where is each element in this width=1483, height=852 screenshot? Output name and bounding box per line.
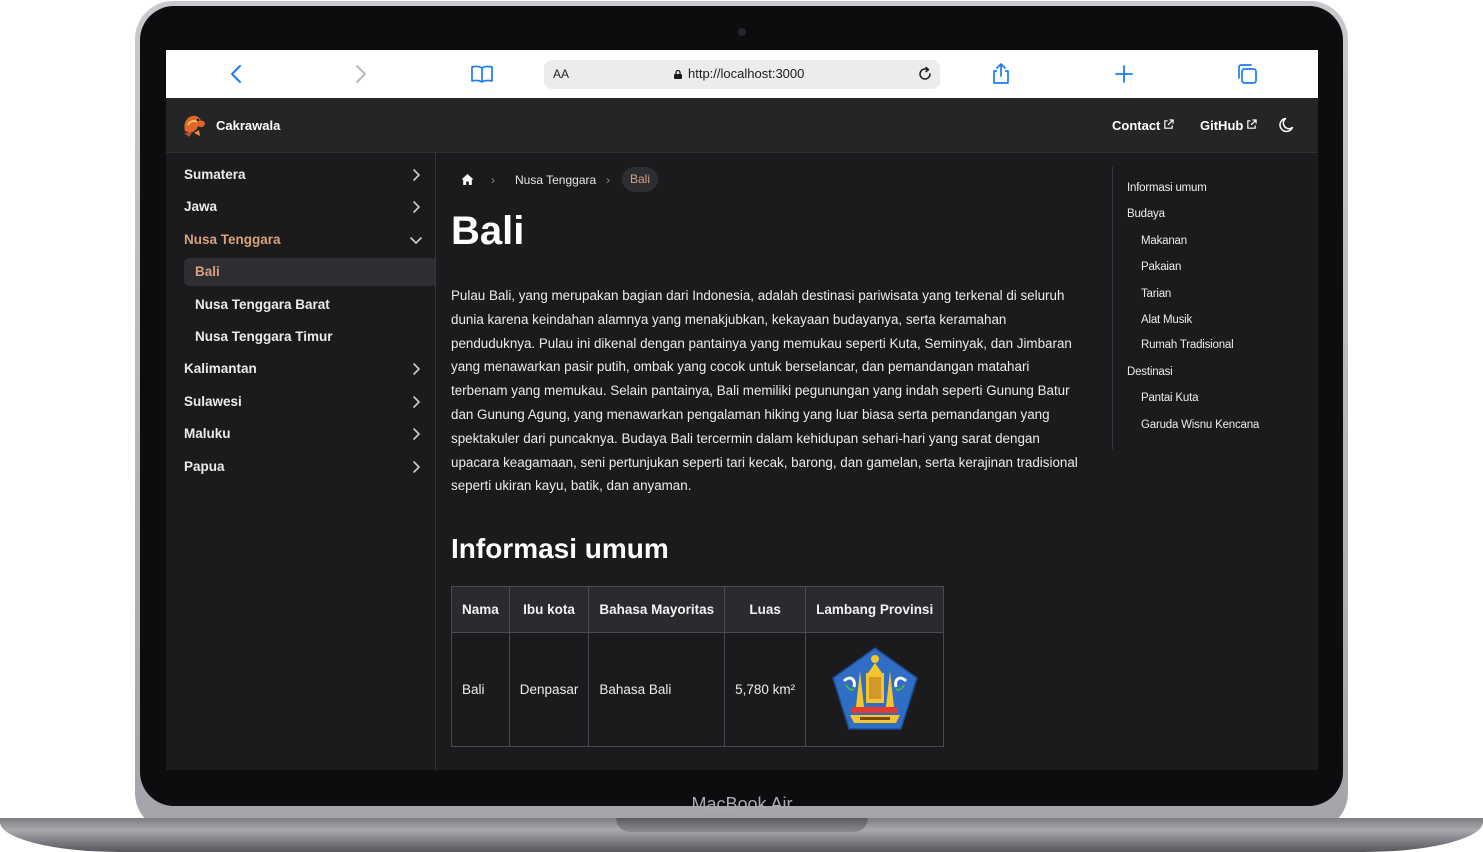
- contact-label: Contact: [1112, 118, 1161, 133]
- sidebar: Sumatera Jawa Nusa Tenggara Bali Nusa Te…: [166, 153, 436, 770]
- sidebar-item-label: Kalimantan: [184, 361, 257, 376]
- sidebar-item-nusa-tenggara-barat[interactable]: Nusa Tenggara Barat: [184, 291, 435, 319]
- tabs-icon[interactable]: [1235, 62, 1259, 86]
- external-link-icon: [1247, 119, 1258, 129]
- table-header-row: Nama Ibu kota Bahasa Mayoritas Luas Lamb…: [451, 586, 945, 633]
- reload-icon[interactable]: [916, 65, 934, 83]
- section-heading: Informasi umum: [451, 533, 669, 564]
- sidebar-item-label: Nusa Tenggara Barat: [195, 297, 330, 312]
- toc-item-destinasi[interactable]: Destinasi: [1127, 366, 1173, 378]
- laptop-notch: [616, 818, 868, 832]
- column-header: Nama: [451, 586, 510, 633]
- camera: [738, 28, 746, 36]
- forward-icon[interactable]: [348, 62, 372, 86]
- toc-item-budaya[interactable]: Budaya: [1127, 208, 1165, 220]
- toc-item-alat-musik[interactable]: Alat Musik: [1141, 314, 1192, 326]
- sidebar-item-nusa-tenggara[interactable]: Nusa Tenggara: [184, 226, 423, 254]
- sidebar-item-kalimantan[interactable]: Kalimantan: [184, 355, 423, 383]
- contact-link[interactable]: Contact: [1112, 118, 1175, 133]
- lock-icon: [674, 70, 682, 79]
- toc-item-pakaian[interactable]: Pakaian: [1141, 261, 1181, 273]
- external-link-icon: [1164, 119, 1175, 129]
- table-cell: [805, 632, 945, 747]
- table-cell: Denpasar: [508, 632, 590, 747]
- main-content: › Nusa Tenggara › Bali Bali Pulau Bali, …: [451, 153, 1091, 770]
- app-navbar: Cakrawala Contact GitHub: [166, 98, 1318, 153]
- screen: AA http://localhost:3000 Cakrawala Conta…: [166, 50, 1318, 770]
- chevron-right-icon[interactable]: [409, 200, 423, 214]
- sidebar-item-jawa[interactable]: Jawa: [184, 193, 423, 221]
- toc-item-rumah-tradisional[interactable]: Rumah Tradisional: [1141, 339, 1234, 351]
- device-label: MacBook Air: [691, 794, 793, 814]
- url-text: http://localhost:3000: [688, 66, 805, 81]
- brand-name[interactable]: Cakrawala: [216, 118, 280, 133]
- column-header: Lambang Provinsi: [805, 586, 945, 633]
- toc-item-garuda-wisnu-kencana[interactable]: Garuda Wisnu Kencana: [1141, 419, 1259, 431]
- toc-item-tarian[interactable]: Tarian: [1141, 288, 1171, 300]
- sidebar-item-sulawesi[interactable]: Sulawesi: [184, 388, 423, 416]
- sidebar-item-bali[interactable]: Bali: [184, 258, 435, 286]
- toc-item-pantai-kuta[interactable]: Pantai Kuta: [1141, 392, 1198, 404]
- page-title: Bali: [451, 209, 525, 253]
- url-display: http://localhost:3000: [674, 66, 804, 81]
- browser-toolbar: AA http://localhost:3000: [166, 50, 1318, 98]
- table-cell: Bali: [451, 632, 510, 747]
- logo-icon[interactable]: [180, 111, 208, 139]
- sidebar-item-label: Bali: [195, 264, 220, 279]
- home-icon[interactable]: [461, 173, 474, 186]
- breadcrumb-current: Bali: [622, 167, 659, 192]
- bali-provincial-emblem: [831, 646, 918, 730]
- new-tab-icon[interactable]: [1112, 62, 1136, 86]
- sidebar-item-label: Sulawesi: [184, 394, 242, 409]
- toc-item-informasi-umum[interactable]: Informasi umum: [1127, 182, 1207, 194]
- sidebar-item-label: Papua: [184, 459, 225, 474]
- breadcrumb-parent[interactable]: Nusa Tenggara: [515, 173, 596, 187]
- column-header: Bahasa Mayoritas: [588, 586, 726, 633]
- table-of-contents: Informasi umum Budaya Makanan Pakaian Ta…: [1112, 167, 1313, 449]
- column-header: Ibu kota: [508, 586, 590, 633]
- intro-paragraph: Pulau Bali, yang merupakan bagian dari I…: [451, 288, 1078, 494]
- chevron-down-icon[interactable]: [409, 233, 423, 247]
- table-cell: Bahasa Bali: [588, 632, 726, 747]
- sidebar-item-papua[interactable]: Papua: [184, 453, 423, 481]
- sidebar-item-label: Nusa Tenggara Timur: [195, 329, 333, 344]
- address-bar[interactable]: AA http://localhost:3000: [544, 60, 940, 89]
- bookmarks-icon[interactable]: [470, 62, 494, 86]
- table-row: Bali Denpasar Bahasa Bali 5,780 km²: [451, 632, 945, 747]
- breadcrumb-separator: ›: [491, 173, 495, 187]
- sidebar-item-label: Jawa: [184, 199, 218, 214]
- chevron-right-icon[interactable]: [409, 427, 423, 441]
- chevron-right-icon[interactable]: [409, 168, 423, 182]
- toc-item-makanan[interactable]: Makanan: [1141, 235, 1187, 247]
- breadcrumb-separator: ›: [606, 173, 610, 187]
- chevron-right-icon[interactable]: [409, 362, 423, 376]
- info-table: Nama Ibu kota Bahasa Mayoritas Luas Lamb…: [451, 586, 945, 747]
- text-size-button[interactable]: AA: [553, 67, 569, 81]
- share-icon[interactable]: [989, 62, 1013, 86]
- moon-icon[interactable]: [1278, 116, 1296, 134]
- chevron-right-icon[interactable]: [409, 395, 423, 409]
- column-header: Luas: [724, 586, 807, 633]
- sidebar-item-label: Sumatera: [184, 167, 246, 182]
- table-cell: 5,780 km²: [724, 632, 807, 747]
- chevron-right-icon[interactable]: [409, 460, 423, 474]
- github-label: GitHub: [1200, 118, 1244, 133]
- sidebar-item-maluku[interactable]: Maluku: [184, 420, 423, 448]
- back-icon[interactable]: [225, 62, 249, 86]
- sidebar-item-sumatera[interactable]: Sumatera: [184, 161, 423, 189]
- github-link[interactable]: GitHub: [1200, 118, 1258, 133]
- sidebar-item-nusa-tenggara-timur[interactable]: Nusa Tenggara Timur: [184, 323, 435, 351]
- sidebar-item-label: Nusa Tenggara: [184, 232, 281, 247]
- sidebar-item-label: Maluku: [184, 426, 231, 441]
